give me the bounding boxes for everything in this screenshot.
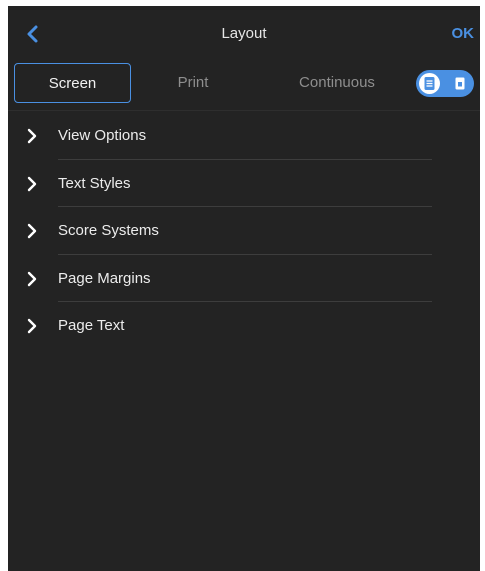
section-label: Page Margins — [58, 269, 151, 287]
header-bar: Layout OK — [8, 6, 480, 62]
chevron-right-icon — [25, 176, 39, 192]
view-toggle[interactable] — [416, 70, 474, 97]
layout-section-list: View Options Text Styles Score Systems P… — [8, 112, 480, 350]
section-page-text[interactable]: Page Text — [8, 302, 480, 350]
chevron-right-icon — [25, 128, 39, 144]
section-label: Text Styles — [58, 174, 131, 192]
toggle-right-option — [454, 77, 466, 90]
back-button[interactable] — [20, 20, 48, 48]
document-icon — [455, 77, 465, 90]
layout-panel: Layout OK Screen Print Continuous View O… — [8, 6, 480, 571]
section-view-options[interactable]: View Options — [8, 112, 480, 160]
section-page-margins[interactable]: Page Margins — [8, 255, 480, 302]
chevron-right-icon — [25, 223, 39, 239]
section-score-systems[interactable]: Score Systems — [8, 207, 480, 255]
toggle-knob — [419, 73, 440, 94]
section-label: Score Systems — [58, 222, 159, 239]
document-list-icon — [424, 77, 435, 90]
chevron-right-icon — [25, 271, 39, 287]
ok-button[interactable]: OK — [452, 25, 475, 42]
chevron-right-icon — [25, 318, 39, 334]
page-title: Layout — [221, 25, 267, 42]
section-label: Page Text — [58, 317, 125, 334]
chevron-left-icon — [27, 25, 38, 43]
section-label: View Options — [58, 127, 147, 144]
layout-mode-tabs: Screen Print Continuous — [14, 63, 474, 103]
section-text-styles[interactable]: Text Styles — [8, 160, 480, 207]
tabs-divider — [8, 110, 480, 111]
tab-screen[interactable]: Screen — [14, 63, 131, 103]
tab-print[interactable]: Print — [138, 63, 248, 103]
tab-continuous[interactable]: Continuous — [254, 63, 420, 103]
